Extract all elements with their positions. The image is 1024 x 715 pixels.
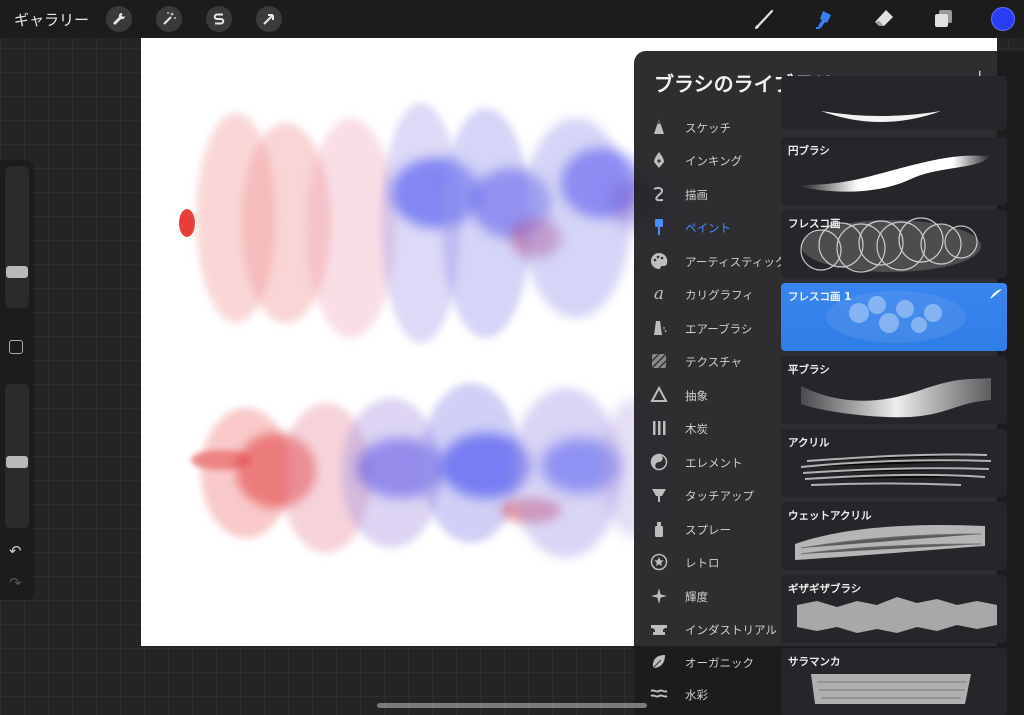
- brush-item-jagged[interactable]: ギザギザブラシ: [781, 575, 1007, 643]
- category-label: エレメント: [685, 456, 743, 470]
- category-label: オーガニック: [685, 656, 754, 670]
- leaf-icon: [648, 652, 670, 672]
- transform-arrow-icon[interactable]: [256, 6, 282, 32]
- brush-item-fresco[interactable]: フレスコ画: [781, 210, 1007, 278]
- selection-s-icon[interactable]: [206, 6, 232, 32]
- category-drawing[interactable]: 描画: [634, 180, 780, 208]
- category-organic[interactable]: オーガニック: [634, 648, 780, 676]
- category-label: 木炭: [685, 422, 708, 436]
- category-airbrush[interactable]: エアーブラシ: [634, 314, 780, 342]
- color-picker-button[interactable]: [991, 7, 1015, 31]
- home-indicator: [377, 703, 647, 708]
- category-sketch[interactable]: スケッチ: [634, 113, 780, 141]
- category-label: レトロ: [685, 556, 720, 570]
- spray-can-icon: [648, 519, 670, 539]
- redo-icon[interactable]: ↷: [9, 574, 22, 592]
- anvil-icon: [648, 619, 670, 639]
- category-label: 抽象: [685, 389, 708, 403]
- category-calligraphy[interactable]: a カリグラフィ: [634, 280, 780, 308]
- paint-brush-icon: [648, 217, 670, 237]
- charcoal-icon: [648, 418, 670, 438]
- category-paint[interactable]: ペイント: [634, 213, 780, 241]
- brush-tool-icon[interactable]: [750, 5, 778, 33]
- category-watercolor[interactable]: 水彩: [634, 680, 780, 708]
- category-label: スケッチ: [685, 121, 731, 135]
- opacity-thumb[interactable]: [6, 456, 28, 468]
- category-label: スプレー: [685, 523, 731, 537]
- actions-wrench-icon[interactable]: [106, 6, 132, 32]
- brush-size-thumb[interactable]: [6, 266, 28, 278]
- waves-icon: [648, 684, 670, 704]
- brush-list: 円ブラシ フレスコ画 フレスコ画 1 平ブラシ アクリル ウェットアクリル ギザ…: [780, 76, 1024, 715]
- triangle-icon: [648, 385, 670, 405]
- category-elements[interactable]: エレメント: [634, 448, 780, 476]
- calligraphy-icon: a: [653, 284, 665, 304]
- left-sidebar: ↶ ↷: [0, 160, 34, 600]
- pen-nib-icon: [648, 150, 670, 170]
- category-label: ペイント: [685, 221, 731, 235]
- category-luminance[interactable]: 輝度: [634, 582, 780, 610]
- category-texture[interactable]: テクスチャ: [634, 347, 780, 375]
- star-circle-icon: [648, 552, 670, 572]
- curve-icon: [648, 184, 670, 204]
- brush-item-wet-acrylic[interactable]: ウェットアクリル: [781, 502, 1007, 570]
- paint-stroke: [179, 209, 195, 237]
- category-inking[interactable]: インキング: [634, 146, 780, 174]
- category-label: カリグラフィ: [685, 288, 754, 302]
- touchup-icon: [648, 485, 670, 505]
- category-label: 輝度: [685, 590, 708, 604]
- smudge-tool-icon[interactable]: [810, 5, 838, 33]
- adjustments-magic-wand-icon[interactable]: [156, 6, 182, 32]
- yin-yang-icon: [648, 452, 670, 472]
- category-label: エアーブラシ: [685, 322, 753, 336]
- category-artistic[interactable]: アーティスティック: [634, 247, 786, 275]
- category-retro[interactable]: レトロ: [634, 548, 780, 576]
- eraser-tool-icon[interactable]: [870, 5, 898, 33]
- top-toolbar: ギャラリー: [0, 0, 1024, 38]
- opacity-slider[interactable]: [5, 384, 29, 528]
- texture-icon: [648, 351, 670, 371]
- pencil-tip-icon: [648, 117, 670, 137]
- category-charcoal[interactable]: 木炭: [634, 414, 780, 442]
- category-label: インダストリアル: [685, 623, 777, 637]
- category-label: 水彩: [685, 688, 708, 702]
- category-label: 描画: [685, 188, 708, 202]
- layers-icon[interactable]: [930, 5, 958, 33]
- brush-item[interactable]: [781, 76, 1007, 130]
- category-spray[interactable]: スプレー: [634, 515, 780, 543]
- gallery-button[interactable]: ギャラリー: [14, 9, 89, 30]
- undo-icon[interactable]: ↶: [9, 542, 22, 560]
- category-label: テクスチャ: [685, 355, 743, 369]
- brush-library-panel: ブラシのライブラリ + スケッチ インキング 描画 ペイント アーティスティック…: [634, 51, 1024, 715]
- modify-square-button[interactable]: [9, 340, 23, 354]
- brush-size-slider[interactable]: [5, 166, 29, 308]
- category-abstract[interactable]: 抽象: [634, 381, 780, 409]
- brush-item-salamanca[interactable]: サラマンカ: [781, 648, 1007, 715]
- sparkle-icon: [648, 586, 670, 606]
- brush-item-round[interactable]: 円ブラシ: [781, 137, 1007, 205]
- palette-icon: [648, 251, 670, 271]
- brush-item-fresco-1[interactable]: フレスコ画 1: [781, 283, 1007, 351]
- brush-item-acrylic[interactable]: アクリル: [781, 429, 1007, 497]
- category-label: インキング: [685, 154, 743, 168]
- paint-stroke: [521, 118, 631, 318]
- category-label: アーティスティック: [685, 255, 787, 269]
- category-label: タッチアップ: [685, 489, 754, 503]
- category-touchup[interactable]: タッチアップ: [634, 481, 780, 509]
- airbrush-icon: [648, 318, 670, 338]
- brush-item-flat[interactable]: 平ブラシ: [781, 356, 1007, 424]
- category-industrial[interactable]: インダストリアル: [634, 615, 780, 643]
